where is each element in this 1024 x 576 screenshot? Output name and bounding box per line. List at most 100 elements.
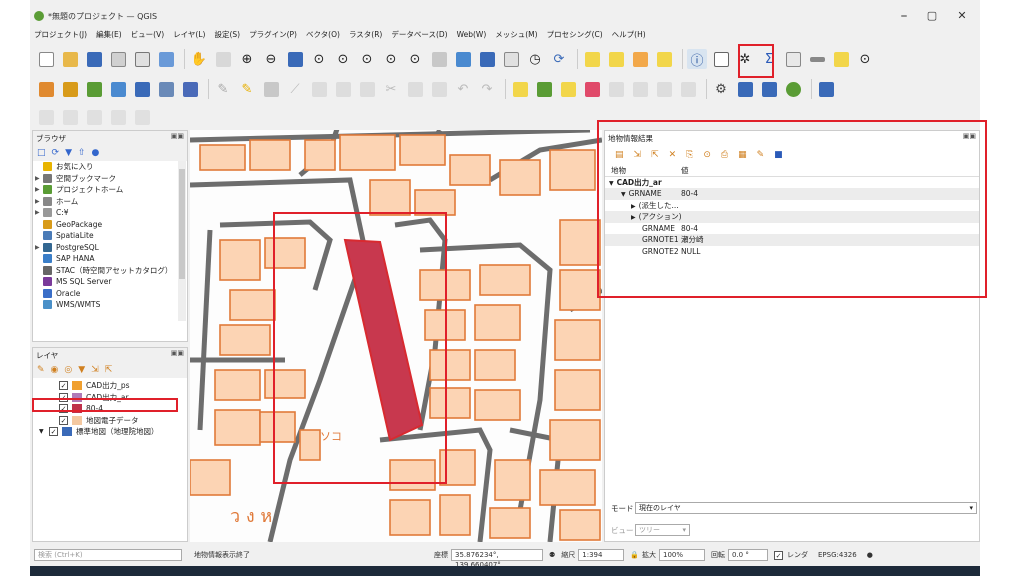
settings-icon[interactable]: ✎ xyxy=(757,150,765,160)
expand-arrow-icon[interactable]: ▶ xyxy=(631,203,636,210)
open-project-icon[interactable] xyxy=(60,49,80,69)
menu-help[interactable]: ヘルプ(H) xyxy=(612,29,646,40)
locate-icon[interactable]: ⊙ xyxy=(855,49,875,69)
zoom-in-icon[interactable]: ⊕ xyxy=(237,49,257,69)
zoom-native-icon[interactable]: ⊙ xyxy=(357,49,377,69)
zoom-full-icon[interactable] xyxy=(285,49,305,69)
menu-web[interactable]: Web(W) xyxy=(457,30,487,39)
pan-icon[interactable]: ✋ xyxy=(189,49,209,69)
menu-view[interactable]: ビュー(V) xyxy=(131,29,164,40)
python-console-icon[interactable] xyxy=(735,79,755,99)
menu-vector[interactable]: ベクタ(O) xyxy=(306,29,340,40)
temporal-controller-icon[interactable]: ◷ xyxy=(525,49,545,69)
rotation-input[interactable]: 0.0 ° xyxy=(728,549,768,561)
expand-arrow-icon[interactable]: ▼ xyxy=(621,191,626,198)
browser-item[interactable]: STAC（時空間アセットカタログ） xyxy=(35,265,187,277)
new-geopackage-icon[interactable] xyxy=(60,79,80,99)
zoom-to-feature-icon[interactable]: ⊙ xyxy=(703,150,711,160)
measure-icon[interactable] xyxy=(807,49,827,69)
pan-to-selection-icon[interactable] xyxy=(213,49,233,69)
identify-row[interactable]: ▶ (派生した... xyxy=(605,200,979,212)
show-bookmarks-icon[interactable] xyxy=(501,49,521,69)
project-template-icon[interactable] xyxy=(108,49,128,69)
help-icon[interactable]: ■ xyxy=(774,150,783,160)
maximize-button[interactable]: ▢ xyxy=(922,9,942,22)
browser-scrollbar[interactable] xyxy=(178,161,186,321)
identify-row[interactable]: ▶ (アクション) xyxy=(605,211,979,223)
copy-feature-icon[interactable]: ⎘ xyxy=(686,150,693,160)
panel-close-icon[interactable]: ▣▣ xyxy=(171,349,184,357)
add-feature-icon[interactable] xyxy=(333,79,353,99)
render-checkbox[interactable]: ✓ xyxy=(774,550,783,560)
help-icon[interactable] xyxy=(816,79,836,99)
print-icon[interactable]: ⎙ xyxy=(721,150,728,160)
refresh-icon[interactable]: ⟳ xyxy=(549,49,569,69)
label-move-icon[interactable] xyxy=(606,79,626,99)
cut-icon[interactable]: ✂ xyxy=(381,79,401,99)
layer-item[interactable]: ✓ CAD出力_ar xyxy=(33,392,187,404)
zoom-next-icon[interactable]: ⊙ xyxy=(405,49,425,69)
coordinate-input[interactable]: 35.876234°, 139.660407° xyxy=(451,549,543,569)
identify-row[interactable]: GRNOTE2 NULL xyxy=(605,246,979,258)
style-icon[interactable]: ✎ xyxy=(37,365,45,375)
undo-icon[interactable]: ↶ xyxy=(453,79,473,99)
panel-close-icon[interactable]: ▣▣ xyxy=(963,132,976,140)
menu-plugins[interactable]: プラグイン(P) xyxy=(249,29,297,40)
shape-ellipse-icon[interactable] xyxy=(84,107,104,127)
select-location-icon[interactable] xyxy=(654,49,674,69)
label-properties-icon[interactable] xyxy=(678,79,698,99)
shape-circle-icon[interactable] xyxy=(60,107,80,127)
collapse-all-icon[interactable]: ⇱ xyxy=(651,150,659,160)
data-source-manager-icon[interactable] xyxy=(36,79,56,99)
print-layout-icon[interactable] xyxy=(132,49,152,69)
menu-project[interactable]: プロジェクト(J) xyxy=(34,29,87,40)
current-edits-icon[interactable]: ✎ xyxy=(213,79,233,99)
statistics-icon[interactable]: ✲ xyxy=(735,49,755,69)
layer-visibility-checkbox[interactable]: ✓ xyxy=(59,415,68,425)
close-button[interactable]: ✕ xyxy=(952,9,972,22)
identify-row[interactable]: ▼ GRNAME 80-4 xyxy=(605,188,979,200)
clear-results-icon[interactable]: ✕ xyxy=(669,150,677,160)
layer-visibility-checkbox[interactable]: ✓ xyxy=(59,404,68,414)
browser-item[interactable]: ▶ プロジェクトホーム xyxy=(35,184,187,196)
identify-features-icon[interactable]: ⓘ xyxy=(687,49,707,69)
summary-icon[interactable]: Σ xyxy=(759,49,779,69)
globe-icon[interactable] xyxy=(783,79,803,99)
map-canvas[interactable]: ว ง ห ソコ xyxy=(190,130,602,542)
layer-item[interactable]: ✓ 地図電子データ xyxy=(33,415,187,427)
magnifier-input[interactable]: 100% xyxy=(659,549,705,561)
view-select[interactable]: ツリー ▾ xyxy=(635,524,690,536)
expand-arrow-icon[interactable]: ▶ xyxy=(35,198,43,205)
digitize-icon[interactable]: ⟋ xyxy=(285,79,305,99)
identify-row[interactable]: GRNOTE1 瀬分崎 xyxy=(605,234,979,246)
layer-item[interactable]: ✓ 80-4 xyxy=(33,403,187,415)
label-highlight-icon[interactable] xyxy=(558,79,578,99)
label-change-icon[interactable] xyxy=(654,79,674,99)
collapse-icon[interactable]: ⇧ xyxy=(78,148,86,158)
shape-digitize-icon[interactable] xyxy=(36,107,56,127)
expand-arrow-icon[interactable]: ▶ xyxy=(35,175,43,182)
select-value-icon[interactable] xyxy=(606,49,626,69)
expand-arrow-icon[interactable]: ▼ xyxy=(39,428,49,435)
browser-item[interactable]: ▶ PostgreSQL xyxy=(35,242,187,254)
save-edits-icon[interactable] xyxy=(261,79,281,99)
layer-visibility-checkbox[interactable]: ✓ xyxy=(59,392,68,402)
expand-arrow-icon[interactable]: ▼ xyxy=(609,180,614,187)
field-calculator-icon[interactable] xyxy=(783,49,803,69)
zoom-out-icon[interactable]: ⊖ xyxy=(261,49,281,69)
crs-button[interactable]: EPSG:4326 xyxy=(818,551,857,559)
quickmap-icon[interactable] xyxy=(759,79,779,99)
menu-edit[interactable]: 編集(E) xyxy=(96,29,122,40)
annotation-icon[interactable] xyxy=(831,49,851,69)
lock-icon[interactable]: 🔒 xyxy=(630,551,639,559)
label-rotate-icon[interactable] xyxy=(630,79,650,99)
new-3d-view-icon[interactable] xyxy=(453,49,473,69)
expand-new-icon[interactable]: ⇲ xyxy=(634,150,642,160)
add-vector-icon[interactable] xyxy=(84,79,104,99)
mode-select[interactable]: 現在のレイヤ ▾ xyxy=(635,502,977,514)
browser-item[interactable]: ▶ C:¥ xyxy=(35,207,187,219)
filter-legend-icon[interactable]: ▼ xyxy=(78,365,85,375)
add-mesh-icon[interactable] xyxy=(180,79,200,99)
expand-arrow-icon[interactable]: ▶ xyxy=(631,214,636,221)
zoom-layer-icon[interactable]: ⊙ xyxy=(333,49,353,69)
